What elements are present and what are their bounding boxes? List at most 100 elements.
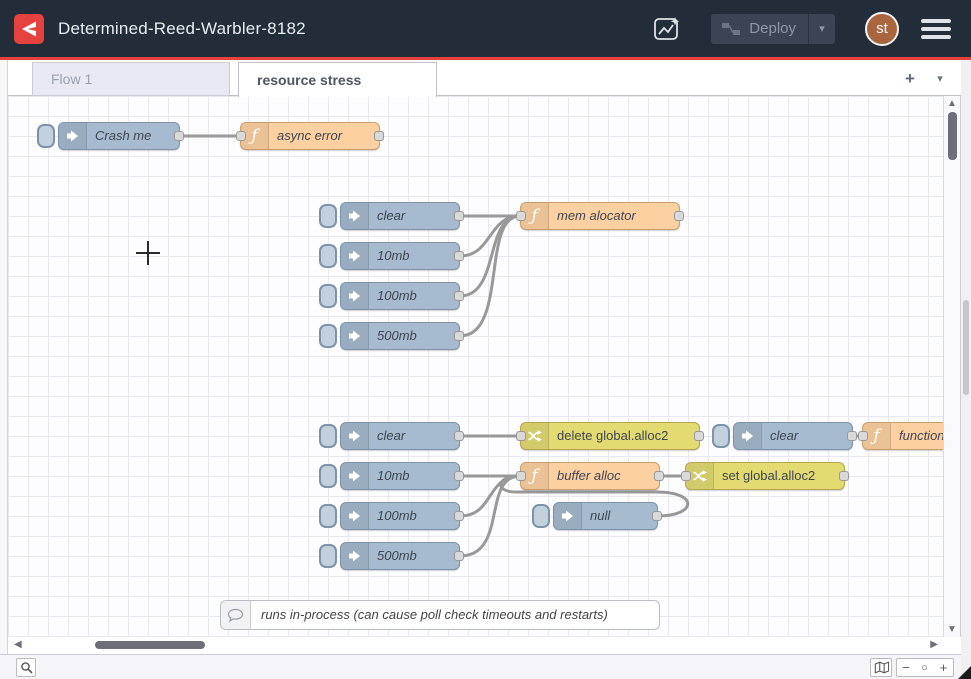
- input-port[interactable]: [681, 471, 691, 481]
- inject-trigger-button[interactable]: [712, 424, 730, 448]
- node-mem-alocator[interactable]: ƒmem alocator: [520, 202, 680, 230]
- deploy-label: Deploy: [749, 20, 796, 37]
- output-port[interactable]: [454, 251, 464, 261]
- node-500mb-a[interactable]: 500mb: [340, 322, 460, 350]
- inject-trigger-button[interactable]: [319, 504, 337, 528]
- horizontal-scroll-thumb[interactable]: [95, 641, 205, 649]
- output-port[interactable]: [454, 551, 464, 561]
- scroll-up-icon[interactable]: ▲: [947, 98, 957, 109]
- main-menu-icon[interactable]: [921, 19, 951, 39]
- scroll-right-icon[interactable]: ▶: [930, 639, 938, 650]
- output-port[interactable]: [654, 471, 664, 481]
- app-logo-icon[interactable]: [14, 14, 44, 44]
- node-500mb-b[interactable]: 500mb: [340, 542, 460, 570]
- node-icon-section: [341, 323, 369, 349]
- page-scroll-thumb[interactable]: [963, 300, 969, 395]
- output-port[interactable]: [454, 511, 464, 521]
- output-port[interactable]: [454, 291, 464, 301]
- node-icon-section: [554, 503, 582, 529]
- node-buffer-alloc[interactable]: ƒ buffer alloc: [520, 462, 660, 490]
- vertical-scroll-thumb[interactable]: [948, 112, 957, 160]
- output-port[interactable]: [174, 131, 184, 141]
- palette-collapsed-strip[interactable]: [0, 60, 8, 679]
- navigator-button[interactable]: [870, 658, 892, 677]
- input-port[interactable]: [516, 471, 526, 481]
- user-avatar[interactable]: st: [865, 12, 899, 46]
- inject-trigger-button[interactable]: [319, 464, 337, 488]
- node-label: buffer alloc: [557, 463, 651, 489]
- ai-assistant-icon[interactable]: [651, 13, 683, 45]
- zoom-reset-button[interactable]: ○: [915, 658, 935, 677]
- node-clear-b[interactable]: clear: [340, 422, 460, 450]
- output-port[interactable]: [652, 511, 662, 521]
- output-port[interactable]: [454, 471, 464, 481]
- node-label: null: [590, 503, 649, 529]
- node-label: function: [899, 423, 944, 449]
- output-port[interactable]: [374, 131, 384, 141]
- function-icon: ƒ: [531, 466, 537, 486]
- tab-label: resource stress: [257, 72, 361, 88]
- tab-flow-1[interactable]: Flow 1: [32, 62, 230, 96]
- output-port[interactable]: [694, 431, 704, 441]
- node-async-error[interactable]: ƒasync error: [240, 122, 380, 150]
- inject-trigger-button[interactable]: [319, 204, 337, 228]
- inject-trigger-button[interactable]: [319, 544, 337, 568]
- node-function-clipped[interactable]: ƒfunction: [862, 422, 944, 450]
- node-label: 10mb: [377, 243, 451, 269]
- input-port[interactable]: [516, 211, 526, 221]
- deploy-button[interactable]: Deploy ▾: [711, 14, 835, 44]
- node-comment[interactable]: runs in-process (can cause poll check ti…: [220, 600, 660, 630]
- wire-10mb-a-to-mem-alocator[interactable]: [460, 216, 520, 256]
- input-port[interactable]: [236, 131, 246, 141]
- inject-trigger-button[interactable]: [319, 324, 337, 348]
- resize-grip[interactable]: [958, 666, 971, 679]
- inject-trigger-button[interactable]: [532, 504, 550, 528]
- node-null[interactable]: null: [553, 502, 658, 530]
- editor-footer: − ○ +: [0, 654, 961, 679]
- inject-arrow-icon: [347, 428, 363, 444]
- inject-trigger-button[interactable]: [37, 124, 55, 148]
- scroll-down-icon[interactable]: ▼: [947, 624, 957, 635]
- change-shuffle-icon: [692, 468, 708, 484]
- node-delete-global-alloc2[interactable]: delete global.alloc2: [520, 422, 700, 450]
- node-label: delete global.alloc2: [557, 423, 691, 449]
- inject-trigger-button[interactable]: [319, 284, 337, 308]
- inject-trigger-button[interactable]: [319, 424, 337, 448]
- flow-canvas[interactable]: Crash me ƒasync error clear 10mb 100mb 500mb ƒ…: [8, 96, 944, 637]
- node-100mb-b[interactable]: 100mb: [340, 502, 460, 530]
- output-port[interactable]: [454, 331, 464, 341]
- output-port[interactable]: [674, 211, 684, 221]
- node-crash-me[interactable]: Crash me: [58, 122, 180, 150]
- node-10mb-a[interactable]: 10mb: [340, 242, 460, 270]
- wire-100mb-b-to-buffer-alloc[interactable]: [460, 476, 520, 516]
- vertical-scrollbar[interactable]: ▲ ▼: [944, 96, 961, 637]
- output-port[interactable]: [454, 431, 464, 441]
- tab-resource-stress[interactable]: resource stress: [238, 62, 437, 97]
- node-set-global-alloc2[interactable]: set global.alloc2: [685, 462, 845, 490]
- inject-trigger-button[interactable]: [319, 244, 337, 268]
- scroll-left-icon[interactable]: ◀: [14, 639, 22, 650]
- node-label: clear: [377, 203, 451, 229]
- node-label: 500mb: [377, 543, 451, 569]
- add-flow-button[interactable]: +: [899, 68, 921, 90]
- node-100mb-a[interactable]: 100mb: [340, 282, 460, 310]
- output-port[interactable]: [454, 211, 464, 221]
- flow-list-caret-icon[interactable]: ▾: [929, 68, 951, 90]
- page-scrollbar[interactable]: [961, 60, 971, 679]
- inject-arrow-icon: [740, 428, 756, 444]
- input-port[interactable]: [858, 431, 868, 441]
- deploy-options-caret-icon[interactable]: ▾: [809, 22, 835, 35]
- zoom-out-button[interactable]: −: [896, 658, 916, 677]
- node-label: set global.alloc2: [722, 463, 836, 489]
- node-10mb-b[interactable]: 10mb: [340, 462, 460, 490]
- output-port[interactable]: [847, 431, 857, 441]
- input-port[interactable]: [516, 431, 526, 441]
- zoom-in-button[interactable]: +: [934, 658, 954, 677]
- search-button[interactable]: [16, 658, 36, 677]
- node-clear-c[interactable]: clear: [733, 422, 853, 450]
- output-port[interactable]: [839, 471, 849, 481]
- node-icon-section: [221, 601, 251, 629]
- node-label: runs in-process (can cause poll check ti…: [261, 601, 651, 629]
- node-clear-a[interactable]: clear: [340, 202, 460, 230]
- horizontal-scrollbar[interactable]: ◀ ▶: [8, 637, 944, 654]
